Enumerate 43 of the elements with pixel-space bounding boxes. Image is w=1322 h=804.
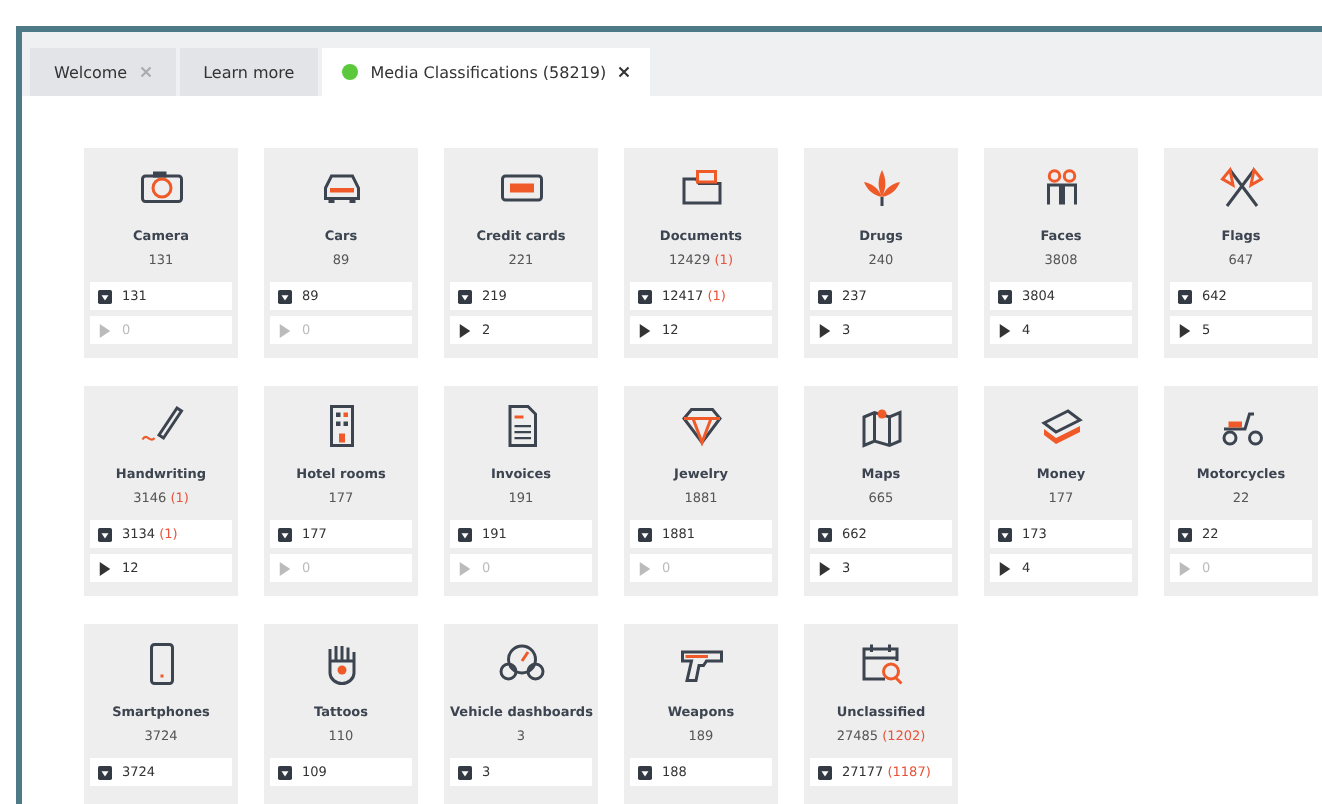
play-icon: [458, 323, 472, 337]
image-icon: [278, 527, 292, 541]
image-icon: [1178, 289, 1192, 303]
play-icon: [638, 323, 652, 337]
play-icon: [998, 561, 1012, 575]
play-icon: [98, 561, 112, 575]
image-icon: [458, 289, 472, 303]
play-icon: [278, 323, 292, 337]
calendar-search-icon: [857, 640, 905, 688]
play-icon: [1178, 323, 1192, 337]
play-icon: [98, 323, 112, 337]
image-icon: [638, 527, 652, 541]
image-icon: [278, 765, 292, 779]
close-icon[interactable]: [618, 66, 631, 78]
image-icon: [458, 765, 472, 779]
image-icon: [1178, 527, 1192, 541]
image-icon: [638, 289, 652, 303]
tab-label: Media Classifications (58219): [370, 63, 607, 81]
image-icon: [98, 289, 112, 303]
image-icon: [638, 765, 652, 779]
tab[interactable]: Media Classifications (58219): [322, 48, 651, 96]
tab[interactable]: Learn more: [179, 48, 319, 96]
image-icon: [98, 527, 112, 541]
image-icon: [818, 765, 832, 779]
image-icon: [818, 289, 832, 303]
image-icon: [998, 289, 1012, 303]
image-icon: [98, 765, 112, 779]
tab-label: Learn more: [203, 63, 295, 81]
image-icon: [998, 527, 1012, 541]
play-icon: [458, 561, 472, 575]
image-icon: [458, 527, 472, 541]
image-icon: [818, 527, 832, 541]
diamond-icon: [677, 402, 725, 450]
crossed-flags-icon: [1217, 164, 1265, 212]
play-icon: [638, 561, 652, 575]
play-icon: [278, 561, 292, 575]
image-icon: [278, 289, 292, 303]
play-icon: [818, 323, 832, 337]
play-icon: [818, 561, 832, 575]
tab-label: Welcome: [54, 63, 128, 81]
tab[interactable]: Welcome: [30, 48, 176, 96]
play-icon: [998, 323, 1012, 337]
play-icon: [1178, 561, 1192, 575]
